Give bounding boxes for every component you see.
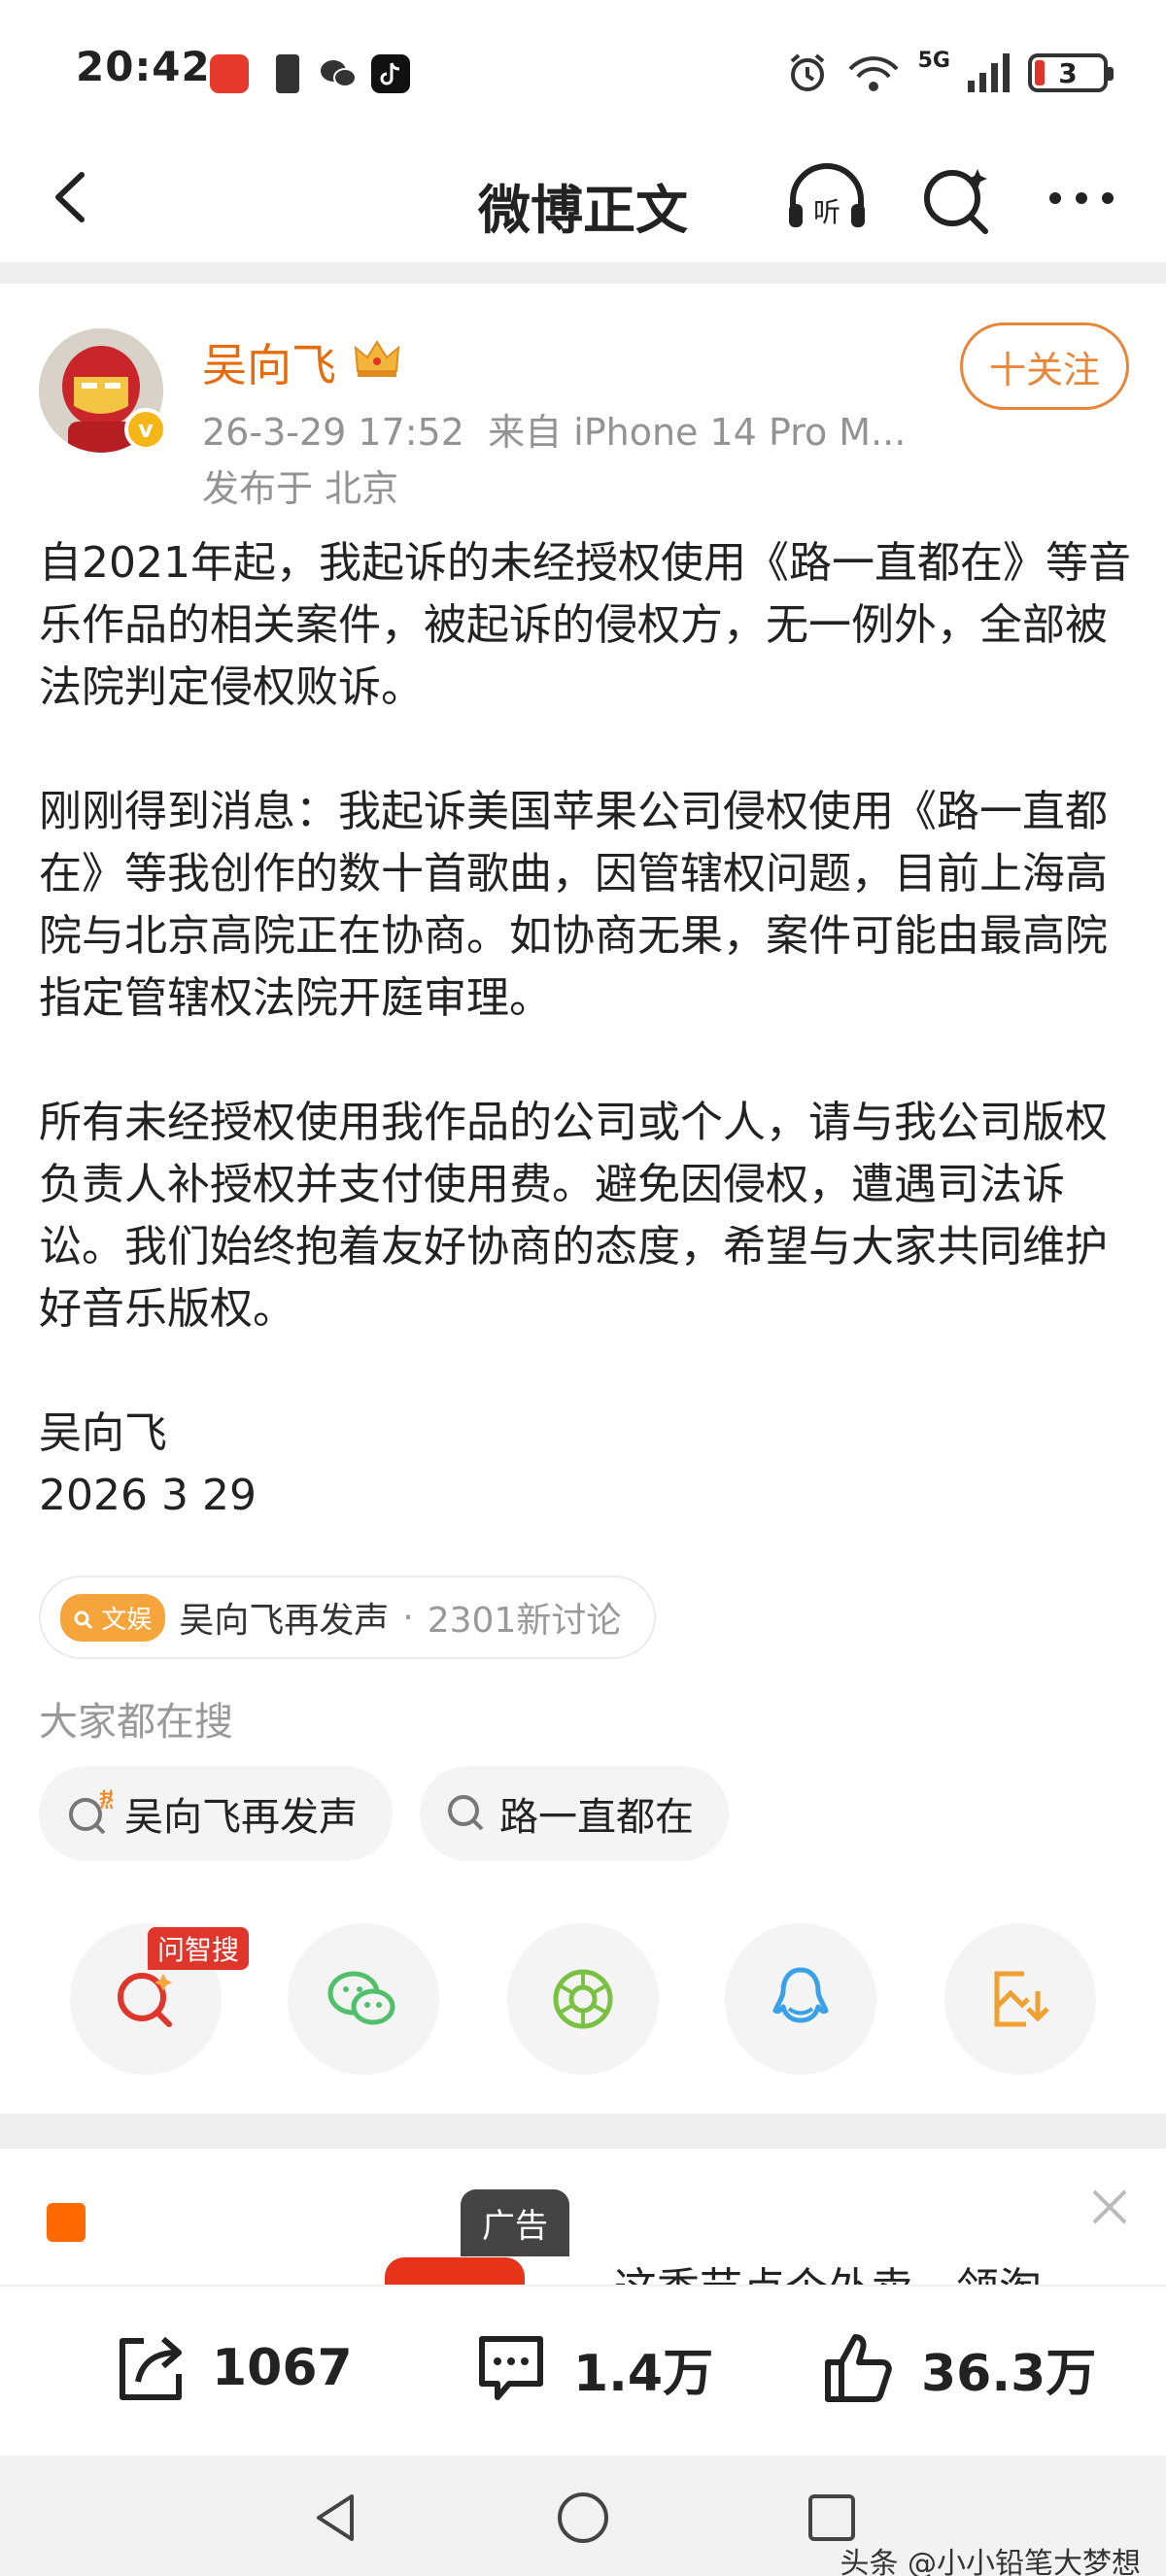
- top-nav-bar: 微博正文 听: [0, 136, 1166, 262]
- search-chip-label: 路一直都在: [499, 1795, 694, 1840]
- ask-search-icon: [118, 1973, 172, 2027]
- save-image-button[interactable]: [944, 1923, 1096, 2075]
- comment-count: 1.4万: [573, 2344, 714, 2403]
- thumbs-up-icon: [825, 2334, 892, 2402]
- hot-search-icon: 热: [69, 1789, 113, 1835]
- listen-label: 听: [813, 196, 840, 228]
- comment-icon: [479, 2336, 543, 2400]
- repost-icon: [120, 2336, 182, 2400]
- post-date: 2026 3 29: [39, 1471, 257, 1520]
- ask-search-badge: 问智搜: [148, 1927, 250, 1970]
- verified-badge-icon: v: [124, 408, 167, 451]
- battery-level: 3: [1058, 56, 1078, 89]
- post-source: 来自 iPhone 14 Pro M...: [488, 411, 907, 454]
- repost-button[interactable]: 1067: [109, 2327, 353, 2409]
- status-time: 20:42: [76, 43, 211, 90]
- alarm-icon: [790, 53, 824, 91]
- sim-alert-icon: [276, 54, 299, 93]
- wechat-notification-icon: [319, 54, 358, 93]
- network-type: 5G: [917, 49, 950, 73]
- qq-icon: [772, 1967, 829, 2023]
- ad-app-logo-icon: [47, 2203, 86, 2242]
- wechat-icon: [327, 1971, 395, 2025]
- comment-button[interactable]: 1.4万: [470, 2327, 713, 2409]
- topic-count: 2301新讨论: [427, 1601, 622, 1641]
- search-icon: [448, 1795, 484, 1831]
- battery-indicator: 3: [1028, 53, 1114, 92]
- ai-search-icon: [924, 169, 988, 234]
- follow-button[interactable]: 十关注: [960, 322, 1129, 410]
- topic-title: 吴向飞再发声: [179, 1601, 390, 1641]
- nav-recents-icon[interactable]: [805, 2491, 859, 2545]
- crown-icon: [354, 340, 400, 377]
- search-icon: [74, 1610, 93, 1629]
- author-name[interactable]: 吴向飞: [202, 330, 336, 394]
- search-chip-label: 吴向飞再发声: [124, 1795, 358, 1840]
- save-image-icon: [994, 1971, 1049, 2027]
- listen-button[interactable]: 听: [783, 159, 871, 237]
- repost-count: 1067: [212, 2339, 353, 2397]
- more-button[interactable]: [1038, 159, 1125, 237]
- post-meta: 26-3-29 17:52 来自 iPhone 14 Pro M...: [202, 402, 921, 456]
- section-divider: [0, 262, 1166, 284]
- post-paragraph: 自2021年起，我起诉的未经授权使用《路一直都在》等音乐作品的相关案件，被起诉的…: [39, 538, 1131, 712]
- share-qq-button[interactable]: [725, 1923, 876, 2075]
- wifi-icon: [848, 56, 899, 91]
- status-bar: 20:42 5G 3: [0, 0, 1166, 136]
- hot-mark: 热: [99, 1789, 113, 1812]
- nav-back-triangle-icon[interactable]: [309, 2491, 363, 2545]
- app-notification-icon: [210, 54, 249, 93]
- headphones-icon: 听: [789, 163, 865, 228]
- ad-card[interactable]: 广告 这季节点个外卖，领淘: [0, 2149, 1166, 2285]
- search-chip-hot[interactable]: 热 吴向飞再发声: [39, 1766, 393, 1861]
- topic-separator: ·: [402, 1597, 414, 1638]
- watermark: 头条 @小小铅笔大梦想: [840, 2547, 1141, 2576]
- signal-icon: [968, 53, 1010, 92]
- post-action-bar: 1067 1.4万 36.3万: [0, 2285, 1166, 2456]
- topic-tag: 文娱: [60, 1593, 166, 1642]
- post-content: 自2021年起，我起诉的未经授权使用《路一直都在》等音乐作品的相关案件，被起诉的…: [39, 532, 1137, 1527]
- share-wechat-button[interactable]: [288, 1923, 439, 2075]
- post-signature: 吴向飞: [39, 1408, 167, 1458]
- topic-tag-label: 文娱: [101, 1605, 153, 1635]
- topic-chip[interactable]: 文娱 吴向飞再发声 · 2301新讨论: [39, 1576, 657, 1659]
- ad-divider: [0, 2114, 1166, 2149]
- tiktok-notification-icon: [371, 54, 410, 93]
- ad-text: 这季节点个外卖，领淘: [614, 2254, 1042, 2285]
- like-count: 36.3万: [921, 2344, 1097, 2403]
- like-button[interactable]: 36.3万: [818, 2327, 1096, 2409]
- post-paragraph: 刚刚得到消息：我起诉美国苹果公司侵权使用《路一直都在》等我创作的数十首歌曲，因管…: [39, 787, 1108, 1023]
- ad-label: 广告: [461, 2189, 569, 2256]
- search-chip[interactable]: 路一直都在: [420, 1766, 729, 1861]
- post-paragraph: 所有未经授权使用我作品的公司或个人，请与我公司版权负责人补授权并支付使用费。避免…: [39, 1098, 1108, 1334]
- more-dots-icon: [1049, 192, 1114, 204]
- search-heading: 大家都在搜: [39, 1700, 233, 1745]
- nav-home-icon[interactable]: [556, 2491, 610, 2545]
- moments-icon: [553, 1969, 613, 2029]
- post-timestamp: 26-3-29 17:52: [202, 411, 464, 454]
- status-icons: 5G 3: [786, 49, 1114, 97]
- share-moments-button[interactable]: [507, 1923, 659, 2075]
- post-location: 发布于 北京: [202, 467, 399, 510]
- ad-image: [385, 2257, 525, 2285]
- search-button[interactable]: [913, 159, 1001, 237]
- close-icon[interactable]: [1088, 2186, 1131, 2228]
